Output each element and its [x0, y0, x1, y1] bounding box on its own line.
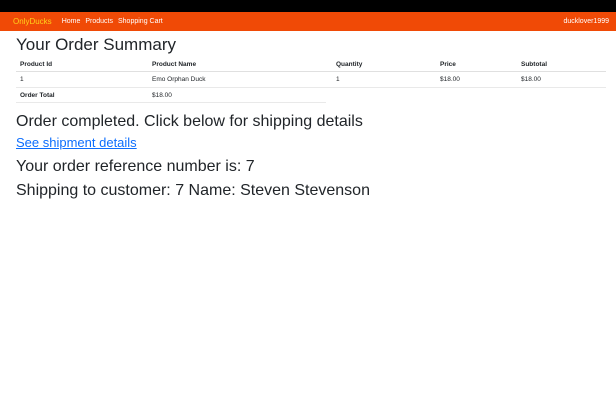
cell-product-name: Emo Orphan Duck — [148, 71, 332, 88]
nav-link-products[interactable]: Products — [85, 18, 113, 25]
order-summary-table: Product Id Product Name Quantity Price S… — [16, 58, 606, 103]
empty-cell — [517, 88, 606, 104]
page-title: Your Order Summary — [16, 35, 176, 54]
order-completed-message: Order completed. Click below for shippin… — [16, 113, 363, 130]
table-row: 1 Emo Orphan Duck 1 $18.00 $18.00 — [16, 71, 606, 88]
empty-cell — [436, 88, 517, 104]
header-subtotal: Subtotal — [517, 58, 606, 72]
shipping-customer-text: Shipping to customer: 7 Name: Steven Ste… — [16, 182, 370, 199]
header-product-id: Product Id — [16, 58, 148, 72]
brand-logo[interactable]: OnlyDucks — [13, 17, 52, 26]
nav-link-shopping-cart[interactable]: Shopping Cart — [118, 18, 163, 25]
cell-price: $18.00 — [436, 71, 517, 88]
order-total-label: Order Total — [20, 92, 55, 99]
cell-quantity: 1 — [332, 71, 436, 88]
see-shipment-details-link[interactable]: See shipment details — [16, 135, 137, 150]
header-product-name: Product Name — [148, 58, 332, 72]
order-total-value: $18.00 — [152, 92, 172, 99]
username-link[interactable]: ducklover1999 — [563, 18, 609, 25]
browser-top-strip — [0, 0, 616, 12]
order-total-row: Order Total $18.00 — [16, 88, 606, 104]
empty-cell — [332, 88, 436, 104]
total-row-divider — [16, 102, 326, 103]
table-header-row: Product Id Product Name Quantity Price S… — [16, 58, 606, 72]
main-content: Your Order Summary Product Id Product Na… — [0, 35, 616, 200]
cell-product-id: 1 — [16, 71, 148, 88]
nav-link-home[interactable]: Home — [62, 18, 81, 25]
header-quantity: Quantity — [332, 58, 436, 72]
order-reference-text: Your order reference number is: 7 — [16, 158, 255, 175]
navbar: OnlyDucks Home Products Shopping Cart du… — [0, 12, 616, 31]
cell-subtotal: $18.00 — [517, 71, 606, 88]
header-price: Price — [436, 58, 517, 72]
